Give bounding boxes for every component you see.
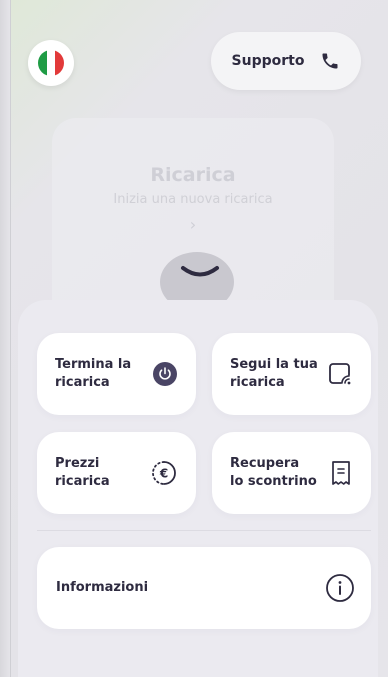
recover-receipt-button[interactable]: Recupera lo scontrino	[212, 432, 371, 514]
receipt-icon	[332, 461, 350, 485]
recharge-subtitle: Inizia una nuova ricarica	[113, 192, 273, 207]
recover-receipt-label: Recupera lo scontrino	[230, 456, 317, 489]
information-button[interactable]: Informazioni	[37, 547, 371, 629]
italy-flag-icon	[38, 50, 64, 76]
charging-prices-label: Prezzi ricarica	[55, 456, 110, 489]
charge-tracking-icon	[329, 363, 351, 385]
info-icon	[326, 574, 354, 602]
left-frame-edge	[0, 0, 10, 677]
information-label: Informazioni	[56, 580, 149, 595]
menu-divider	[37, 530, 371, 531]
power-icon	[153, 362, 177, 386]
chevron-right-icon: ›	[189, 215, 197, 234]
stop-charging-label: Termina la ricarica	[55, 357, 132, 390]
support-label: Supporto	[231, 53, 305, 69]
stop-charging-button[interactable]: Termina la ricarica	[37, 333, 196, 415]
svg-text:€: €	[159, 467, 168, 481]
euro-icon: €	[152, 461, 176, 485]
track-charging-label: Segui la tua ricarica	[230, 357, 318, 390]
recharge-title: Ricarica	[150, 164, 236, 186]
track-charging-button[interactable]: Segui la tua ricarica	[212, 333, 371, 415]
support-button[interactable]: Supporto	[211, 32, 361, 90]
sheet-handle-icon[interactable]	[180, 263, 220, 283]
language-flag-button[interactable]	[28, 40, 74, 86]
charging-prices-button[interactable]: Prezzi ricarica €	[37, 432, 196, 514]
phone-icon	[322, 53, 338, 69]
